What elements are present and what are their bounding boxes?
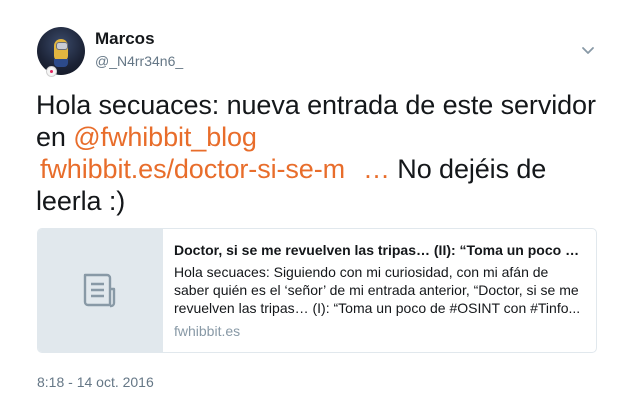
url-link[interactable]: fwhibbit.es/doctor-si-se-m [36,154,345,184]
tweet-text: Hola secuaces: nueva entrada de este ser… [36,89,596,217]
tweet: Marcos @_N4rr34n6_ Hola secuaces: nueva … [0,0,635,402]
chevron-down-icon[interactable] [580,42,596,58]
tweet-timestamp[interactable]: 8:18 - 14 oct. 2016 [37,374,154,390]
avatar-goggle [56,42,68,50]
card-title[interactable]: Doctor, si se me revuelven las tripas… (… [174,240,584,260]
url-ellipsis[interactable]: … [345,154,390,184]
card-thumbnail [38,229,163,352]
card-description: Hola secuaces: Siguiendo con mi curiosid… [174,264,581,316]
avatar-legs [54,59,68,67]
card-domain: fwhibbit.es [174,323,241,339]
author-display-name[interactable]: Marcos [95,29,155,49]
document-icon [83,273,116,308]
author-handle[interactable]: @_N4rr34n6_ [95,53,183,69]
avatar[interactable] [37,27,85,75]
card-body: Doctor, si se me revuelven las tripas… (… [174,240,584,340]
avatar-badge-icon [46,66,57,77]
mention-link[interactable]: @fwhibbit_blog [73,122,257,152]
link-card[interactable]: Doctor, si se me revuelven las tripas… (… [37,228,597,353]
